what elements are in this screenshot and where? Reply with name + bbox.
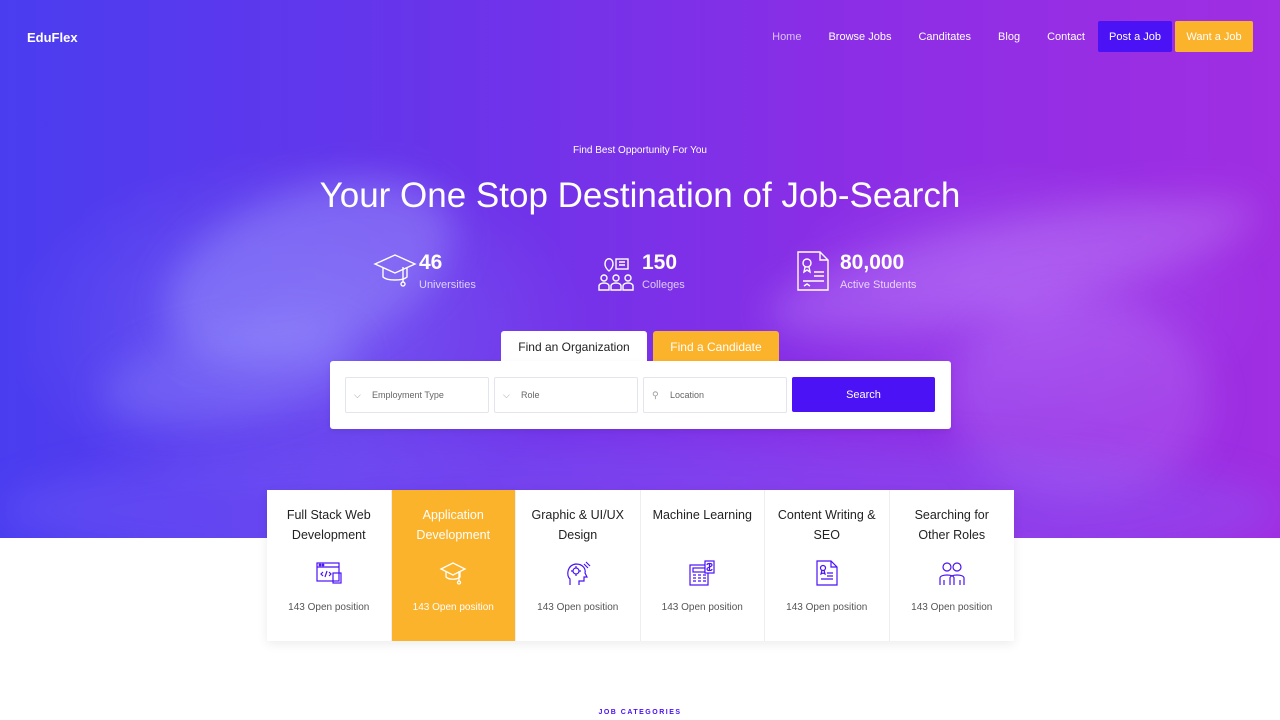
people-location-icon [598, 258, 634, 291]
stat-colleges: 150 Colleges [596, 250, 685, 292]
want-job-button[interactable]: Want a Job [1175, 21, 1253, 52]
category-title: Full Stack Web Development [286, 508, 371, 542]
stat-label: Active Students [840, 279, 917, 291]
nav-candidates[interactable]: Canditates [918, 31, 971, 43]
post-job-button[interactable]: Post a Job [1098, 21, 1172, 52]
stat-label: Colleges [642, 279, 685, 291]
location-input[interactable]: ⚲ Location [643, 377, 787, 413]
nav-blog[interactable]: Blog [998, 31, 1020, 43]
stat-label: Universities [419, 279, 476, 291]
chevron-down-icon: ⌵ [503, 390, 510, 400]
main-nav: Home Browse Jobs Canditates Blog Contact… [772, 21, 1253, 52]
stat-value: 46 [419, 251, 443, 274]
category-title: Content Writing & SEO [777, 508, 876, 542]
calculator-icon [689, 560, 715, 586]
job-categories-heading: JOB CATEGORIES [598, 709, 682, 716]
nav-browse-jobs[interactable]: Browse Jobs [828, 31, 891, 43]
creative-mind-icon [566, 561, 591, 585]
search-button[interactable]: Search [792, 377, 935, 412]
nav-home[interactable]: Home [772, 31, 801, 43]
category-card-graphic-design[interactable]: Graphic & UI/UX Design 143 Open position [516, 490, 641, 641]
graduation-cap-icon [439, 562, 467, 585]
code-window-icon [316, 562, 342, 584]
location-pin-icon: ⚲ [652, 390, 659, 400]
category-cards: Full Stack Web Development 143 Open posi… [267, 490, 1014, 641]
hero-section: EduFlex Home Browse Jobs Canditates Blog… [0, 0, 1280, 538]
stat-active-students: 80,000 Active Students [794, 250, 916, 292]
category-count: 143 Open position [537, 602, 619, 613]
certificate-icon [797, 251, 829, 291]
stat-universities: 46 Universities [373, 250, 476, 292]
category-title: Graphic & UI/UX Design [531, 508, 624, 542]
document-icon [816, 560, 838, 586]
tab-find-candidate[interactable]: Find a Candidate [653, 331, 779, 363]
category-count: 143 Open position [288, 602, 370, 613]
role-select[interactable]: ⌵ Role [494, 377, 638, 413]
nav-contact[interactable]: Contact [1047, 31, 1085, 43]
category-count: 143 Open position [661, 602, 743, 613]
tab-find-organization[interactable]: Find an Organization [501, 331, 647, 363]
category-count: 143 Open position [911, 602, 993, 613]
hero-headline: Your One Stop Destination of Job-Search [319, 176, 961, 215]
graduation-cap-icon [373, 254, 417, 287]
employment-type-select[interactable]: ⌵ Employment Type [345, 377, 489, 413]
search-panel: ⌵ Employment Type ⌵ Role ⚲ Location Sear… [330, 361, 951, 429]
team-icon [939, 562, 965, 585]
hero-tagline: Find Best Opportunity For You [573, 145, 707, 156]
role-label: Role [521, 390, 540, 400]
category-title: Machine Learning [652, 508, 752, 522]
stat-value: 80,000 [840, 251, 905, 274]
employment-type-label: Employment Type [372, 390, 444, 400]
category-card-other-roles[interactable]: Searching for Other Roles 143 Open posit… [890, 490, 1015, 641]
category-card-content-writing[interactable]: Content Writing & SEO 143 Open position [765, 490, 890, 641]
stat-value: 150 [642, 251, 678, 274]
location-placeholder: Location [670, 390, 705, 400]
category-card-machine-learning[interactable]: Machine Learning 143 Open position [641, 490, 765, 641]
category-card-full-stack[interactable]: Full Stack Web Development 143 Open posi… [267, 490, 392, 641]
category-card-application[interactable]: Application Development 143 Open positio… [391, 490, 516, 641]
category-title: Searching for Other Roles [914, 508, 989, 542]
category-title: Application Development [416, 508, 491, 542]
chevron-down-icon: ⌵ [354, 390, 361, 400]
site-logo[interactable]: EduFlex [27, 30, 78, 45]
category-count: 143 Open position [412, 602, 494, 613]
category-count: 143 Open position [786, 602, 868, 613]
